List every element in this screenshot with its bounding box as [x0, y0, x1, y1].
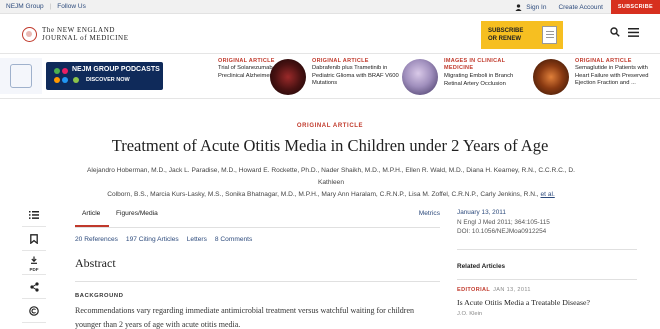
- article-title: Treatment of Acute Otitis Media in Child…: [111, 136, 549, 155]
- podcast-dot-icon: [54, 68, 60, 74]
- outline-button[interactable]: [22, 203, 46, 227]
- tab-metrics[interactable]: Metrics: [419, 210, 440, 217]
- menu-icon[interactable]: [628, 27, 639, 37]
- podcast-dot-icon: [62, 77, 68, 83]
- podcast-dot-icon: [62, 68, 68, 74]
- share-icon: [29, 281, 39, 292]
- utility-right: Sign In Create Account SUBSCRIBE: [515, 0, 660, 14]
- teaser-strip: NEJM GROUP PODCASTS DISCOVER NOW ORIGINA…: [0, 55, 660, 99]
- related-articles-heading: Related Articles: [457, 263, 506, 270]
- article-links: 20 References 197 Citing Articles Letter…: [75, 236, 252, 243]
- subscribe-renew-banner[interactable]: SUBSCRIBE OR RENEW: [481, 21, 563, 49]
- site-header: The NEW ENGLAND JOURNAL of MEDICINE SUBS…: [0, 14, 660, 54]
- citing-articles-link[interactable]: 197 Citing Articles: [126, 236, 179, 243]
- related-divider: [457, 279, 637, 280]
- follow-us-link[interactable]: Follow Us: [57, 3, 86, 10]
- article-type: ORIGINAL ARTICLE: [296, 123, 364, 129]
- pdf-label: PDF: [29, 267, 39, 272]
- abstract-heading: Abstract: [75, 256, 116, 270]
- copyright-icon: [29, 305, 39, 316]
- tab-figures-media[interactable]: Figures/Media: [116, 210, 158, 217]
- article-tabs: Article Figures/Media Metrics: [74, 203, 440, 228]
- background-heading: BACKGROUND: [75, 293, 124, 299]
- teaser-kind: ORIGINAL ARTICLE: [312, 58, 369, 64]
- teaser-item[interactable]: IMAGES IN CLINICAL MEDICINE Migrating Em…: [402, 57, 528, 97]
- user-icon: [515, 3, 522, 11]
- doi[interactable]: DOI: 10.1056/NEJMoa0912254: [457, 227, 550, 237]
- references-count: 20: [75, 236, 83, 243]
- teaser-kind: ORIGINAL ARTICLE: [575, 58, 632, 64]
- bookmark-button[interactable]: [22, 227, 46, 251]
- metadata-divider: [457, 249, 637, 250]
- authors-line-2: Colborn, B.S., Marcia Kurs-Lasky, M.S., …: [76, 189, 586, 201]
- logo-line-1: The NEW ENGLAND: [42, 26, 116, 34]
- references-link[interactable]: 20 References: [75, 236, 118, 243]
- lab-illustration-icon: [0, 58, 42, 94]
- journal-issue-icon: [542, 26, 557, 44]
- references-label: References: [84, 236, 118, 243]
- related-kind: EDITORIAL: [457, 287, 491, 293]
- podcast-promo[interactable]: NEJM GROUP PODCASTS DISCOVER NOW: [0, 58, 165, 94]
- related-author: J.O. Klein: [457, 311, 483, 317]
- nejm-logo[interactable]: The NEW ENGLAND JOURNAL of MEDICINE: [22, 26, 129, 42]
- utility-left: NEJM Group | Follow Us: [6, 3, 86, 10]
- background-text: Recommendations vary regarding immediate…: [75, 306, 414, 329]
- discover-now-label: DISCOVER NOW: [86, 77, 130, 83]
- et-al-link[interactable]: et al.: [540, 191, 554, 198]
- retina-image: [402, 59, 438, 95]
- citing-label: Citing Articles: [138, 236, 179, 243]
- comments-link[interactable]: 8 Comments: [215, 236, 252, 243]
- authors-line-2-text: Colborn, B.S., Marcia Kurs-Lasky, M.S., …: [107, 191, 539, 198]
- authors-line-1: Alejandro Hoberman, M.D., Jack L. Paradi…: [87, 167, 575, 186]
- bookmark-icon: [30, 233, 38, 244]
- download-icon: [31, 256, 37, 264]
- author-list: Alejandro Hoberman, M.D., Jack L. Paradi…: [76, 165, 586, 201]
- podcast-banner[interactable]: NEJM GROUP PODCASTS DISCOVER NOW: [46, 62, 163, 90]
- podcast-dot-icon: [73, 77, 79, 83]
- related-meta: EDITORIAL JAN 13, 2011: [457, 287, 531, 293]
- sign-in-link[interactable]: Sign In: [515, 4, 546, 11]
- article-toolbar: PDF: [22, 203, 46, 323]
- heart-image: [533, 59, 569, 95]
- logo-line-2: JOURNAL of MEDICINE: [42, 34, 129, 42]
- teaser-title: Dabrafenib plus Trametinib in Pediatric …: [312, 65, 399, 86]
- nejm-group-link[interactable]: NEJM Group: [6, 3, 44, 10]
- glioma-image: [270, 59, 306, 95]
- letters-link[interactable]: Letters: [187, 236, 207, 243]
- list-icon: [29, 210, 39, 219]
- comments-label: Comments: [220, 236, 253, 243]
- teaser-title: Migrating Emboli in Branch Retinal Arter…: [444, 73, 514, 87]
- subscribe-button[interactable]: SUBSCRIBE: [610, 0, 660, 14]
- permissions-button[interactable]: [22, 299, 46, 323]
- comments-count: 8: [214, 236, 219, 243]
- create-account-link[interactable]: Create Account: [558, 4, 602, 11]
- pdf-button[interactable]: PDF: [22, 251, 46, 275]
- share-button[interactable]: [22, 275, 46, 299]
- teaser-item[interactable]: ORIGINAL ARTICLE Semaglutide in Patients…: [533, 57, 659, 97]
- publication-date: January 13, 2011: [457, 209, 506, 216]
- header-icons: [610, 27, 639, 37]
- search-icon[interactable]: [610, 27, 620, 37]
- sign-in-label: Sign In: [526, 3, 547, 11]
- podcast-title: NEJM GROUP PODCASTS: [72, 66, 160, 73]
- utility-divider: |: [49, 3, 52, 10]
- citing-count: 197: [125, 236, 137, 243]
- teaser-kind: IMAGES IN CLINICAL MEDICINE: [444, 58, 506, 71]
- related-date: JAN 13, 2011: [493, 287, 531, 293]
- article-metadata: January 13, 2011 N Engl J Med 2011; 364:…: [457, 208, 550, 237]
- citation: N Engl J Med 2011; 364:105-115: [457, 218, 550, 226]
- logo-text: The NEW ENGLAND JOURNAL of MEDICINE: [42, 26, 129, 42]
- abstract-divider: [75, 281, 440, 282]
- tab-article[interactable]: Article: [74, 210, 110, 227]
- utility-bar: NEJM Group | Follow Us Sign In Create Ac…: [0, 0, 660, 14]
- teaser-item[interactable]: ORIGINAL ARTICLE Dabrafenib plus Trameti…: [270, 57, 399, 97]
- podcast-dot-icon: [54, 77, 60, 83]
- nejm-seal-icon: [22, 26, 37, 42]
- related-article-link[interactable]: Is Acute Otitis Media a Treatable Diseas…: [457, 298, 590, 307]
- teaser-title: Semaglutide in Patients with Heart Failu…: [575, 65, 649, 86]
